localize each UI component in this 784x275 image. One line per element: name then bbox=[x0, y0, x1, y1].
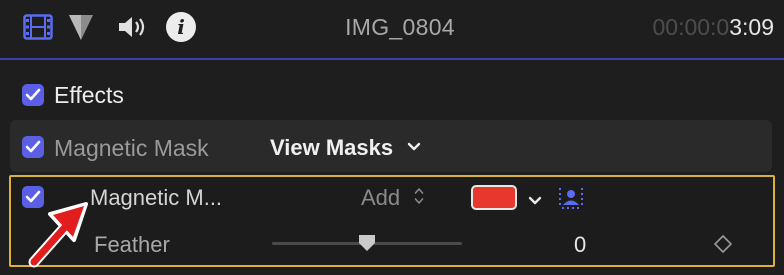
color-chevron-down-icon[interactable] bbox=[528, 193, 542, 211]
magnetic-mask-label: Magnetic Mask bbox=[54, 135, 209, 161]
feather-value[interactable]: 0 bbox=[574, 232, 586, 258]
speaker-icon[interactable] bbox=[116, 10, 150, 44]
feather-label: Feather bbox=[94, 232, 170, 257]
effects-checkbox[interactable] bbox=[22, 84, 44, 106]
view-masks-label: View Masks bbox=[270, 135, 394, 160]
header-underline bbox=[0, 58, 784, 60]
film-icon[interactable] bbox=[22, 10, 54, 44]
mask-mode-popup[interactable]: Add bbox=[361, 185, 424, 211]
shape-icon[interactable] bbox=[66, 10, 96, 44]
mask-color-swatch[interactable] bbox=[471, 185, 517, 210]
keyframe-diamond-icon[interactable] bbox=[713, 234, 733, 259]
clip-title: IMG_0804 bbox=[345, 14, 455, 40]
svg-text:i: i bbox=[177, 15, 185, 39]
sub-mask-label: Magnetic M... bbox=[90, 185, 223, 210]
timecode: 00:00:03:09 bbox=[652, 14, 774, 41]
effects-label: Effects bbox=[54, 82, 124, 108]
chevron-down-icon bbox=[407, 139, 421, 157]
mask-mode-value: Add bbox=[361, 185, 401, 210]
timecode-dim: 00:00:0 bbox=[652, 14, 730, 40]
timecode-active: 3:09 bbox=[729, 14, 774, 40]
inspector-header: i IMG_0804 00:00:03:09 bbox=[0, 0, 784, 58]
magnetic-mask-checkbox[interactable] bbox=[22, 136, 44, 158]
feather-slider-thumb[interactable] bbox=[357, 234, 377, 252]
red-arrow-annotation bbox=[26, 198, 90, 275]
view-masks-dropdown[interactable]: View Masks bbox=[270, 135, 421, 161]
info-icon[interactable]: i bbox=[164, 10, 198, 44]
up-down-chevron-icon bbox=[414, 187, 424, 210]
person-select-icon[interactable] bbox=[558, 186, 584, 215]
